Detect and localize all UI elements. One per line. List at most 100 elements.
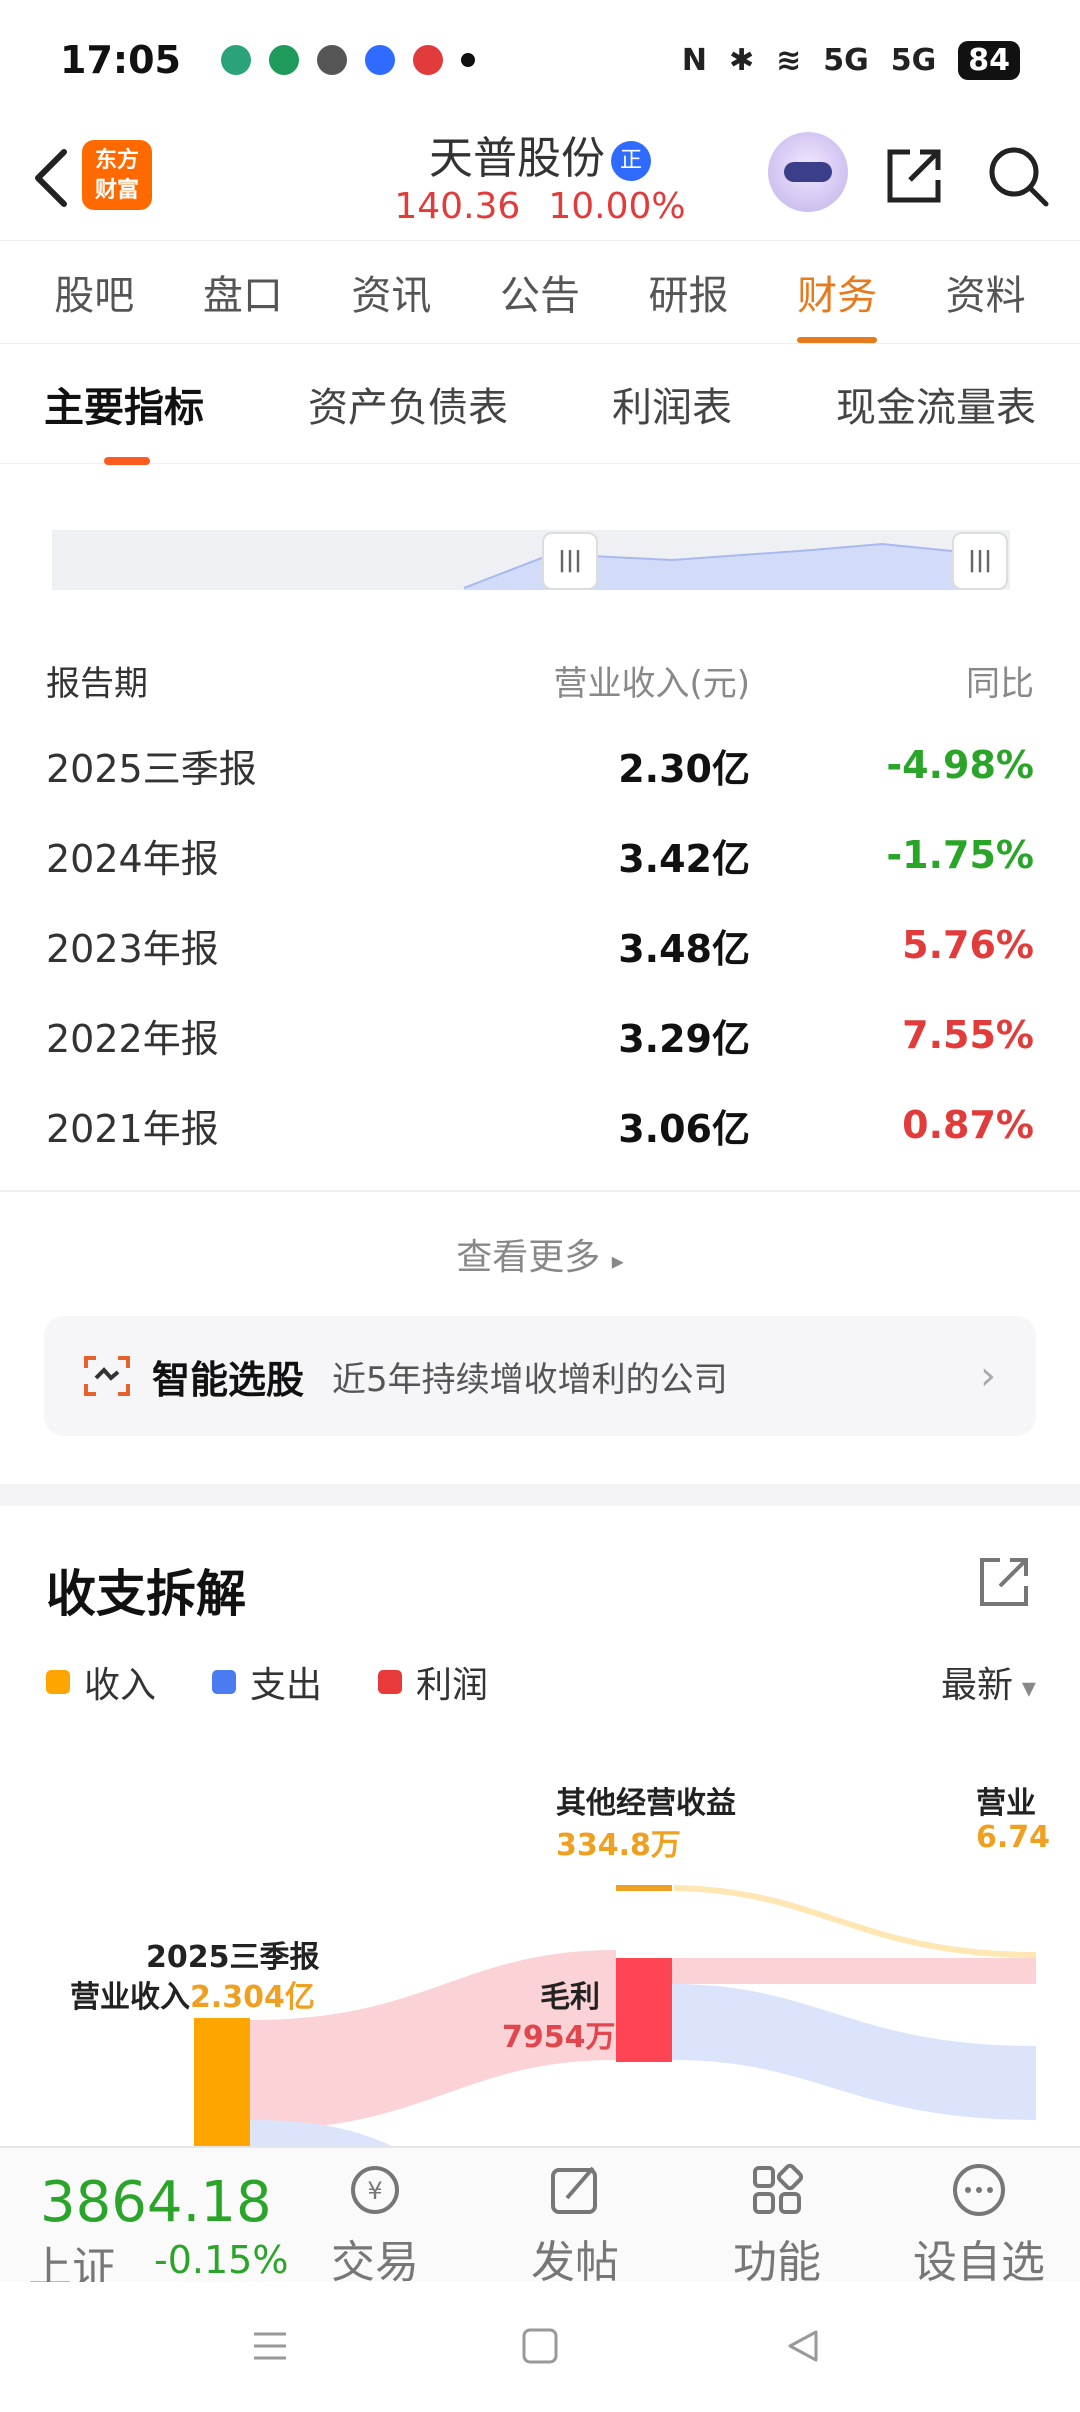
search-icon[interactable] — [984, 142, 1052, 210]
trade-icon: ¥ — [351, 2166, 399, 2214]
flow-gross-expense — [672, 1984, 1036, 2120]
revenue-table: 报告期 营业收入(元) 同比 2025三季报 2.30亿 -4.98% 2024… — [46, 640, 1034, 1170]
cell-yoy: 0.87% — [902, 1103, 1034, 1147]
tab-research[interactable]: 研报 — [649, 263, 729, 321]
node-revenue — [194, 2018, 250, 2150]
cell-period: 2023年报 — [46, 926, 219, 971]
status-bar: 17:05 N ✱ ≋ 5G 5G 84 — [0, 0, 1080, 120]
nav-functions[interactable]: 功能 — [702, 2160, 852, 2290]
price-change: 10.00% — [548, 186, 686, 227]
revenue-value: 2.304亿 — [190, 1980, 315, 2015]
index-value: 3864.18 — [40, 2170, 272, 2235]
node-other-income — [616, 1885, 672, 1891]
slider-left-handle[interactable]: ||| — [542, 532, 598, 590]
signal-1-label: 5G — [823, 42, 869, 78]
tab-profile[interactable]: 资料 — [946, 263, 1026, 321]
table-row[interactable]: 2025三季报 2.30亿 -4.98% — [46, 720, 1034, 810]
node-value-op: 6.74 — [976, 1820, 1051, 1855]
tab-balance-sheet[interactable]: 资产负债表 — [308, 375, 508, 433]
header-period: 报告期 — [46, 663, 148, 704]
app-notification-icon — [364, 45, 395, 75]
svg-text:¥: ¥ — [367, 2177, 382, 2205]
caret-right-icon: ▸ — [611, 1247, 624, 1275]
slider-right-handle[interactable]: ||| — [952, 532, 1008, 590]
nav-add-watchlist[interactable]: 设自选 — [904, 2160, 1054, 2290]
header-yoy: 同比 — [966, 663, 1034, 704]
expand-icon[interactable] — [976, 1554, 1032, 1610]
smart-pick-banner[interactable]: 智能选股 近5年持续增收增利的公司 › — [44, 1316, 1036, 1436]
back-nav-icon[interactable] — [784, 2326, 824, 2366]
ai-assistant-icon[interactable] — [768, 132, 848, 212]
notification-icons — [220, 45, 475, 75]
sub-tabs: 主要指标 资产负债表 利润表 现金流量表 — [0, 344, 1080, 465]
tab-income-statement[interactable]: 利润表 — [612, 375, 732, 433]
legend-item-expense[interactable]: 支出 — [212, 1656, 322, 1708]
cell-revenue: 3.29亿 — [618, 1016, 750, 1061]
tab-news[interactable]: 资讯 — [351, 263, 431, 321]
range-slider[interactable]: ||| ||| — [52, 530, 1010, 590]
stock-name-text: 天普股份 — [429, 133, 605, 184]
nav-label: 功能 — [733, 2237, 821, 2288]
nav-trade[interactable]: ¥ 交易 — [300, 2160, 450, 2290]
cell-yoy: 7.55% — [902, 1013, 1034, 1057]
legend-item-profit[interactable]: 利润 — [378, 1656, 488, 1708]
nav-post[interactable]: 发帖 — [500, 2160, 650, 2290]
smart-pick-title: 智能选股 — [152, 1357, 305, 1402]
tab-guba[interactable]: 股吧 — [54, 263, 134, 321]
menu-icon[interactable] — [250, 2326, 290, 2366]
tab-key-indicators[interactable]: 主要指标 — [44, 375, 204, 465]
flow-gross-to-op — [672, 1958, 1036, 1984]
cell-revenue: 3.48亿 — [618, 926, 750, 971]
node-value-gross: 7954万 — [502, 2020, 616, 2055]
flow-other-income — [673, 1885, 1037, 1958]
table-row[interactable]: 2023年报 3.48亿 5.76% — [46, 900, 1034, 990]
legend-label: 收入 — [84, 1665, 157, 1706]
table-row[interactable]: 2024年报 3.42亿 -1.75% — [46, 810, 1034, 900]
tab-pankou[interactable]: 盘口 — [203, 263, 283, 321]
slider-preview-chart — [463, 542, 963, 590]
legend-swatch — [212, 1670, 237, 1694]
cell-revenue: 2.30亿 — [618, 746, 750, 791]
cell-period: 2024年报 — [46, 836, 219, 881]
status-time: 17:05 — [60, 38, 181, 82]
tab-finance[interactable]: 财务 — [797, 263, 878, 343]
cell-revenue: 3.06亿 — [618, 1106, 750, 1151]
stock-header: 东方 财富 天普股份正 140.36 10.00% — [0, 120, 1080, 240]
node-gross-profit — [616, 1958, 672, 2062]
system-navigation-bar — [0, 2282, 1080, 2412]
node-value-other: 334.8万 — [556, 1828, 681, 1863]
share-icon[interactable] — [880, 142, 948, 210]
app-notification-icon — [220, 45, 251, 75]
legend-swatch — [46, 1670, 70, 1694]
app-notification-icon — [268, 45, 299, 75]
cell-yoy: -1.75% — [886, 833, 1034, 877]
table-row[interactable]: 2022年报 3.29亿 7.55% — [46, 990, 1034, 1080]
tab-announcements[interactable]: 公告 — [500, 263, 580, 321]
section-title: 收支拆解 — [46, 1565, 246, 1623]
view-more-link[interactable]: 查看更多 ▸ — [0, 1228, 1080, 1280]
wifi-icon: ≋ — [776, 42, 802, 78]
node-label-revenue: 营业收入2.304亿 — [70, 1972, 315, 2016]
section-separator — [0, 1484, 1080, 1506]
battery-icon: 84 — [958, 40, 1020, 80]
sankey-diagram: 2025三季报 营业收入2.304亿 其他经营收益 334.8万 毛利 7954… — [0, 1740, 1080, 2150]
tab-cash-flow[interactable]: 现金流量表 — [836, 375, 1036, 433]
price-value: 140.36 — [394, 186, 521, 227]
divider — [0, 1190, 1080, 1192]
nav-label: 设自选 — [913, 2237, 1045, 2288]
grid-icon — [753, 2163, 804, 2214]
chevron-right-icon: › — [980, 1353, 996, 1399]
header-revenue: 营业收入(元) — [553, 663, 750, 704]
bottom-toolbar: 3864.18 上证 -0.15% ¥ 交易 发帖 功能 设自选 — [0, 2146, 1080, 2294]
home-icon[interactable] — [520, 2326, 560, 2366]
period-filter-dropdown[interactable]: 最新 — [941, 1656, 1036, 1708]
legend-item-income[interactable]: 收入 — [46, 1656, 156, 1708]
cell-yoy: -4.98% — [886, 743, 1034, 787]
table-row[interactable]: 2021年报 3.06亿 0.87% — [46, 1080, 1034, 1170]
smart-pick-desc: 近5年持续增收增利的公司 — [332, 1359, 728, 1400]
cert-badge-icon: 正 — [611, 141, 651, 181]
legend: 收入 支出 利润 — [46, 1656, 488, 1708]
node-label-period: 2025三季报 — [146, 1940, 320, 1975]
cell-period: 2021年报 — [46, 1106, 219, 1151]
cell-yoy: 5.76% — [902, 923, 1034, 967]
